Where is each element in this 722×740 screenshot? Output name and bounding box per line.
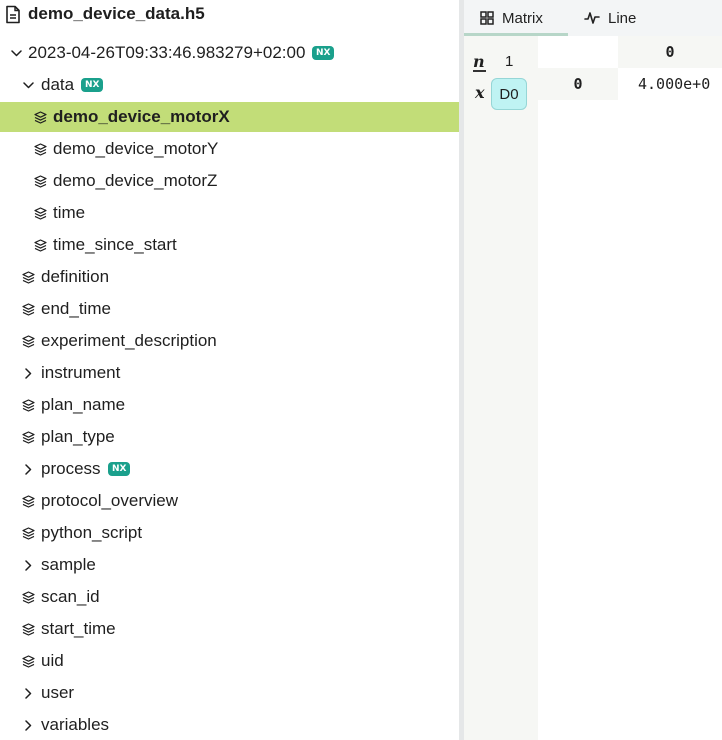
- tab-line-label: Line: [608, 9, 637, 27]
- tree-item-label: end_time: [41, 299, 111, 318]
- tree-item-demo-device-motory[interactable]: demo_device_motorY: [0, 134, 459, 164]
- tab-line[interactable]: Line: [584, 0, 636, 36]
- tree-item-plan-name[interactable]: plan_name: [0, 390, 459, 420]
- line-chart-icon: [584, 11, 600, 25]
- chevron-down-icon: [21, 70, 35, 100]
- tree-item-process[interactable]: process NX: [0, 454, 459, 484]
- tree-item-scan-id[interactable]: scan_id: [0, 582, 459, 612]
- file-title-row[interactable]: demo_device_data.h5: [0, 0, 459, 30]
- dataset-icon: [21, 486, 35, 516]
- column-header: 0: [618, 36, 722, 68]
- chevron-right-icon: [21, 358, 35, 388]
- tree-item-experiment-description[interactable]: experiment_description: [0, 326, 459, 356]
- tree-item-sample[interactable]: sample: [0, 550, 459, 580]
- tree-item-label: definition: [41, 267, 110, 286]
- tree-item-label: demo_device_motorZ: [53, 171, 218, 190]
- tree-item-root[interactable]: 2023-04-26T09:33:46.983279+02:00 NX: [0, 38, 459, 68]
- dim-size-underline: [473, 70, 486, 72]
- visualization-tabs: Matrix Line: [464, 0, 722, 36]
- tree-item-uid[interactable]: uid: [0, 646, 459, 676]
- tree-item-start-time[interactable]: start_time: [0, 614, 459, 644]
- x-axis-symbol: x: [475, 83, 485, 102]
- dimension-mapper: n 1 x D0: [464, 36, 538, 740]
- dataset-icon: [21, 518, 35, 548]
- dataset-icon: [21, 294, 35, 324]
- chevron-right-icon: [21, 710, 35, 740]
- dataset-icon: [21, 390, 35, 420]
- tree-item-label: demo_device_motorX: [53, 107, 230, 126]
- tree-item-data[interactable]: data NX: [0, 70, 459, 100]
- grid-icon: [480, 11, 494, 25]
- tree-item-definition[interactable]: definition: [0, 262, 459, 292]
- file-name: demo_device_data.h5: [28, 4, 205, 23]
- tree-item-label: experiment_description: [41, 331, 217, 350]
- tree-item-label: plan_type: [41, 427, 115, 446]
- tree-item-time[interactable]: time: [0, 198, 459, 228]
- tree-item-label: scan_id: [41, 587, 100, 606]
- dataset-icon: [21, 422, 35, 452]
- dim-size-symbol: n: [473, 52, 485, 71]
- chevron-down-icon: [9, 38, 23, 68]
- tree-item-end-time[interactable]: end_time: [0, 294, 459, 324]
- tree-item-label: demo_device_motorY: [53, 139, 219, 158]
- dataset-icon: [33, 102, 47, 132]
- dataset-icon: [33, 230, 47, 260]
- tree-item-label: instrument: [41, 363, 121, 382]
- dataset-icon: [33, 134, 47, 164]
- dataset-viewer: Matrix Line n 1 x D0 0 0 4.000e+0: [464, 0, 722, 740]
- tree-item-python-script[interactable]: python_script: [0, 518, 459, 548]
- file-icon: [5, 5, 21, 24]
- chevron-right-icon: [21, 454, 35, 484]
- matrix-cell[interactable]: 4.000e+0: [618, 68, 722, 100]
- tab-matrix-label: Matrix: [502, 9, 543, 27]
- tree-item-protocol-overview[interactable]: protocol_overview: [0, 486, 459, 516]
- dimension-d0-button[interactable]: D0: [491, 78, 527, 110]
- tree-item-demo-device-motorz[interactable]: demo_device_motorZ: [0, 166, 459, 196]
- tree-item-plan-type[interactable]: plan_type: [0, 422, 459, 452]
- dataset-icon: [33, 166, 47, 196]
- tree-item-label: time: [53, 203, 86, 222]
- dataset-icon: [21, 614, 35, 644]
- tree-item-label: sample: [41, 555, 96, 574]
- row-header: 0: [538, 68, 618, 100]
- nx-badge: NX: [81, 78, 104, 92]
- tree-item-label: variables: [41, 715, 110, 734]
- tree-item-user[interactable]: user: [0, 678, 459, 708]
- file-tree: demo_device_data.h5 2023-04-26T09:33:46.…: [0, 0, 459, 740]
- tree-item-label: protocol_overview: [41, 491, 179, 510]
- tree-item-label: uid: [41, 651, 64, 670]
- tree-item-time-since-start[interactable]: time_since_start: [0, 230, 459, 260]
- matrix-grid: 0 0 4.000e+0: [538, 36, 722, 740]
- dataset-icon: [21, 262, 35, 292]
- dataset-icon: [21, 582, 35, 612]
- tree-item-label: time_since_start: [53, 235, 177, 254]
- dim-size-value: 1: [505, 53, 514, 70]
- tree-item-instrument[interactable]: instrument: [0, 358, 459, 388]
- tree-item-label: plan_name: [41, 395, 126, 414]
- dataset-icon: [21, 646, 35, 676]
- tab-matrix[interactable]: Matrix: [464, 0, 568, 36]
- dataset-icon: [33, 198, 47, 228]
- tree-item-label: data: [41, 75, 75, 94]
- tree-item-label: user: [41, 683, 75, 702]
- tree-item-label: python_script: [41, 523, 143, 542]
- chevron-right-icon: [21, 550, 35, 580]
- nx-badge: NX: [312, 46, 335, 60]
- tree-item-label: process: [41, 459, 101, 478]
- tree-item-demo-device-motorx[interactable]: demo_device_motorX: [0, 102, 459, 132]
- nx-badge: NX: [108, 462, 131, 476]
- chevron-right-icon: [21, 678, 35, 708]
- tree-item-label: 2023-04-26T09:33:46.983279+02:00: [28, 43, 306, 62]
- tree-item-label: start_time: [41, 619, 116, 638]
- dataset-icon: [21, 326, 35, 356]
- tree-item-variables[interactable]: variables: [0, 710, 459, 740]
